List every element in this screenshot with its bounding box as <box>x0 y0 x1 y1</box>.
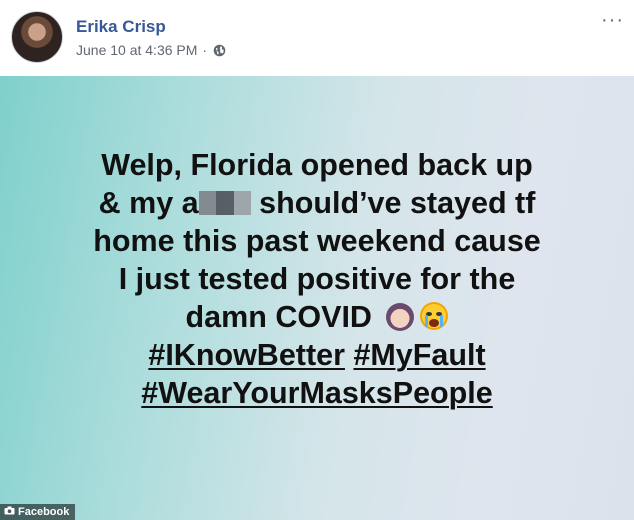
facepalm-emoji-icon <box>386 303 415 331</box>
post-line-2-end: should’ve stayed tf <box>250 186 536 220</box>
meta-separator: · <box>202 42 208 58</box>
crying-face-emoji-icon <box>420 302 449 330</box>
post-header: Erika Crisp June 10 at 4:36 PM · ··· <box>0 0 634 76</box>
post-line-5-text: damn COVID <box>185 300 372 334</box>
author-name[interactable]: Erika Crisp <box>76 17 166 37</box>
source-label: Facebook <box>18 506 70 518</box>
post-text-card: Welp, Florida opened back up & my a shou… <box>0 76 634 520</box>
hashtag-iknowbetter[interactable]: #IKnowBetter <box>148 338 345 372</box>
avatar[interactable] <box>11 11 63 63</box>
post-line-5: damn COVID <box>20 298 614 336</box>
hashtag-line-2: #WearYourMasksPeople <box>20 374 614 412</box>
hashtag-myfault[interactable]: #MyFault <box>353 338 485 372</box>
camera-icon <box>4 506 15 518</box>
source-credit-badge: Facebook <box>0 504 76 520</box>
post-body: Welp, Florida opened back up & my a shou… <box>20 146 614 412</box>
more-options-icon[interactable]: ··· <box>601 10 624 30</box>
globe-icon[interactable] <box>213 44 226 57</box>
post-line-1: Welp, Florida opened back up <box>101 148 533 182</box>
post-line-4: I just tested positive for the <box>118 262 516 296</box>
post-line-2: & my a should’ve stayed tf <box>20 184 614 222</box>
hashtag-wearyourmaskspeople[interactable]: #WearYourMasksPeople <box>141 376 492 410</box>
post-line-2-start: & my a <box>98 186 199 220</box>
post-timestamp[interactable]: June 10 at 4:36 PM <box>76 42 197 58</box>
post-meta: June 10 at 4:36 PM · <box>76 42 226 58</box>
hashtag-line-1: #IKnowBetter #MyFault <box>20 336 614 374</box>
censored-pixelation <box>198 191 251 215</box>
post-line-3: home this past weekend cause <box>93 224 541 258</box>
